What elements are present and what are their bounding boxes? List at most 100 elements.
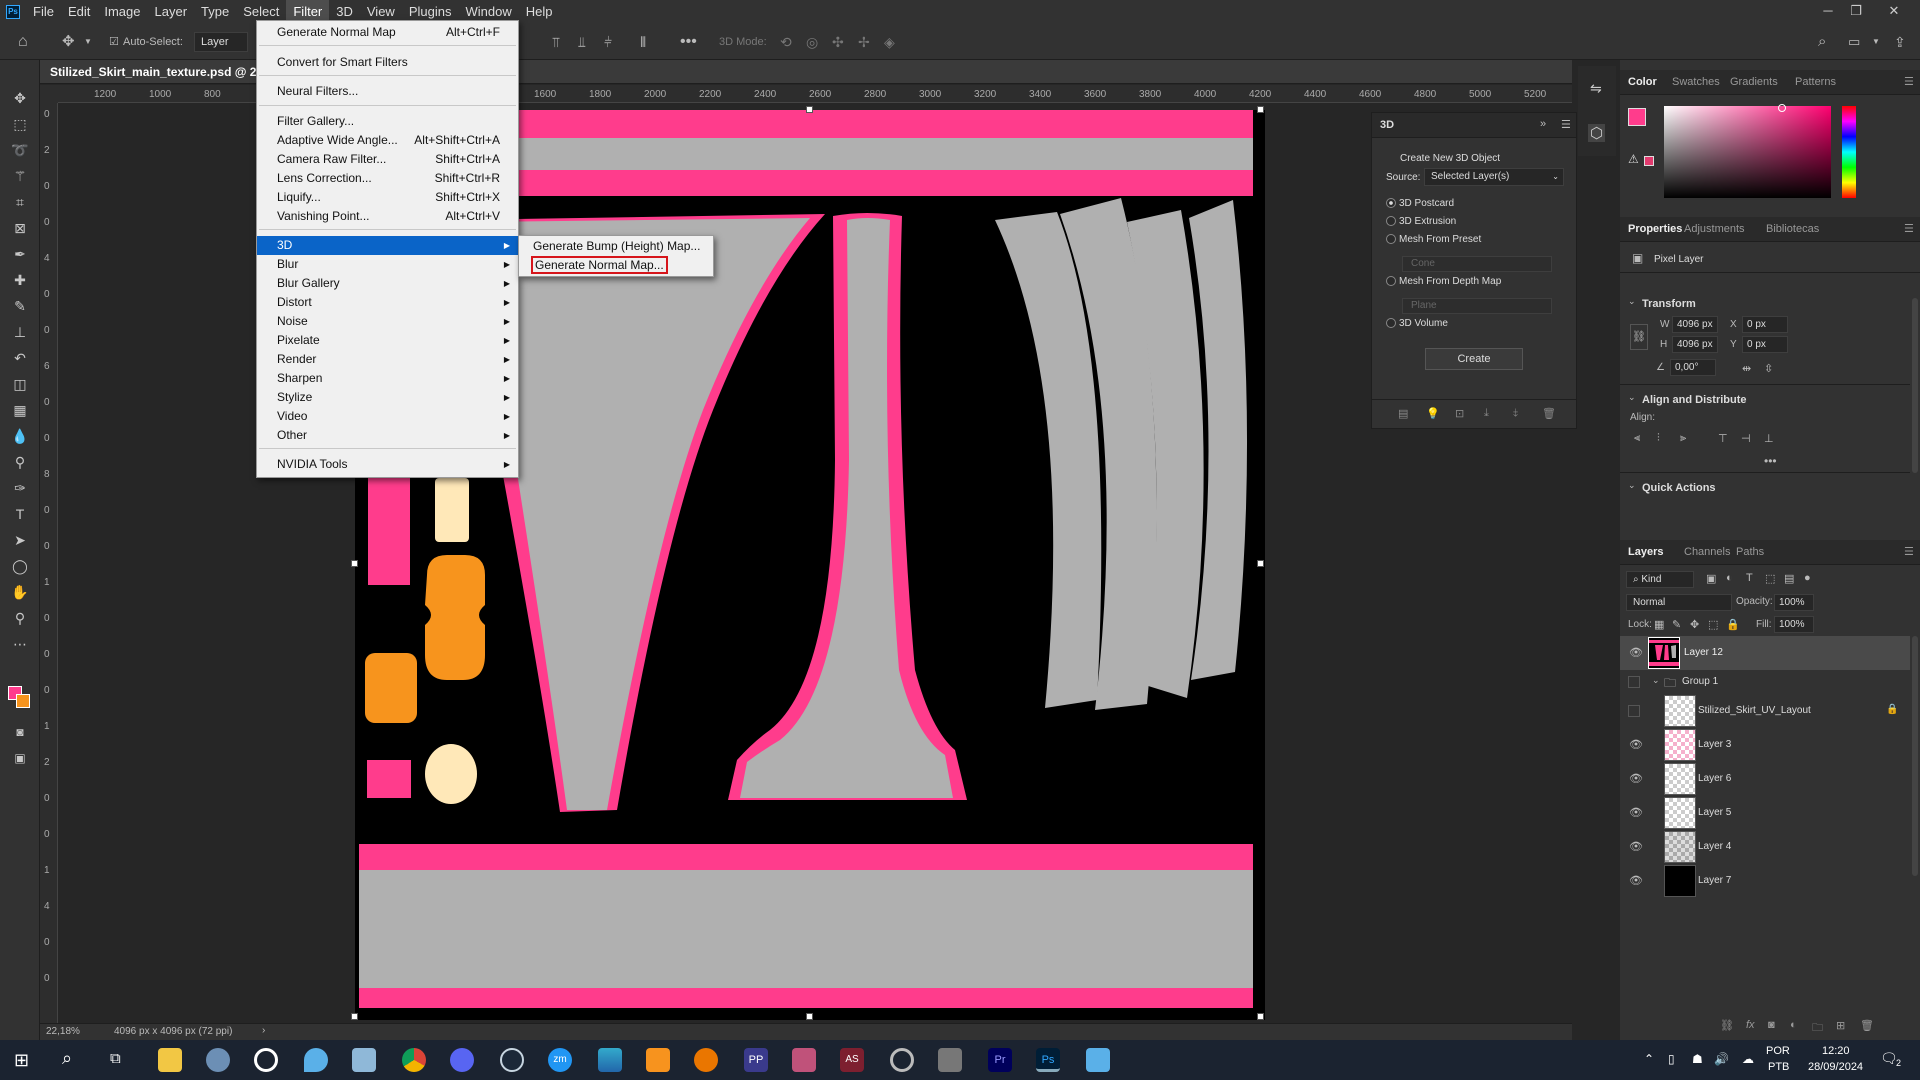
layer-row-layer-5[interactable]: 👁 Layer 5 <box>1620 796 1910 830</box>
layer-name[interactable]: Layer 7 <box>1698 875 1731 886</box>
search-icon[interactable]: ⌕ <box>62 1048 72 1069</box>
tab-swatches[interactable]: Swatches <box>1672 70 1720 95</box>
clock-time[interactable]: 12:20 <box>1822 1045 1850 1057</box>
menu-item-video[interactable]: Video ▶ <box>257 407 518 426</box>
more-tools-icon[interactable]: ⋯ <box>10 634 30 654</box>
history-panel-icon[interactable]: ⇋ <box>1590 80 1602 97</box>
adjustment-layer-icon[interactable]: ◐ <box>1790 1019 1797 1031</box>
status-chevron-icon[interactable]: › <box>262 1025 265 1036</box>
menu-item-stylize[interactable]: Stylize ▶ <box>257 388 518 407</box>
network-icon[interactable]: ☗ <box>1692 1052 1703 1066</box>
task-view-icon[interactable]: ⧉ <box>110 1050 121 1067</box>
layer-row-layer-6[interactable]: 👁 Layer 6 <box>1620 762 1910 796</box>
layer-name[interactable]: Layer 5 <box>1698 807 1731 818</box>
panel-menu-icon[interactable]: ☰ <box>1561 118 1571 131</box>
app-icon[interactable] <box>206 1048 230 1072</box>
lock-position-icon[interactable]: ✥ <box>1690 618 1699 631</box>
visibility-hidden-box[interactable] <box>1628 676 1640 688</box>
type-tool-icon[interactable]: T <box>10 504 30 524</box>
gradient-tool-icon[interactable]: ▦ <box>10 400 30 420</box>
color-picker-field[interactable] <box>1664 106 1831 198</box>
path-selection-icon[interactable]: ➤ <box>10 530 30 550</box>
zoom-tool-icon[interactable]: ⚲ <box>10 608 30 628</box>
layer-row-layer-12[interactable]: 👁 Layer 12 <box>1620 636 1910 670</box>
hand-tool-icon[interactable]: ✋ <box>10 582 30 602</box>
visibility-eye-icon[interactable]: 👁 <box>1628 805 1644 821</box>
layer-row-uv-layout[interactable]: Stilized_Skirt_UV_Layout 🔒 <box>1620 694 1910 728</box>
link-layers-icon[interactable]: ⛓ <box>1720 1019 1734 1032</box>
workspace-chevron-icon[interactable]: ▼ <box>1872 32 1880 52</box>
x-field[interactable]: 0 px <box>1742 316 1788 333</box>
create-3d-button[interactable]: Create <box>1425 348 1523 370</box>
menu-type[interactable]: Type <box>194 0 236 24</box>
move-tool-icon[interactable]: ✥ <box>62 32 75 52</box>
menu-edit[interactable]: Edit <box>61 0 97 24</box>
premiere-icon[interactable]: Pr <box>988 1048 1012 1072</box>
affinity-icon[interactable] <box>598 1048 622 1072</box>
opacity-field[interactable]: 100% <box>1774 594 1814 611</box>
menu-item-sharpen[interactable]: Sharpen ▶ <box>257 369 518 388</box>
transform-handle[interactable] <box>1257 106 1264 113</box>
history-brush-icon[interactable]: ↶ <box>10 348 30 368</box>
menu-image[interactable]: Image <box>97 0 147 24</box>
layer-row-layer-3[interactable]: 👁 Layer 3 <box>1620 728 1910 762</box>
layer-name[interactable]: Layer 3 <box>1698 739 1731 750</box>
transform-handle[interactable] <box>806 106 813 113</box>
language-line-2[interactable]: PTB <box>1768 1061 1789 1073</box>
visibility-eye-icon[interactable]: 👁 <box>1628 771 1644 787</box>
layer-name[interactable]: Layer 4 <box>1698 841 1731 852</box>
filter-adjustment-icon[interactable]: ◐ <box>1726 572 1733 584</box>
visibility-eye-icon[interactable]: 👁 <box>1628 873 1644 889</box>
marquee-tool-icon[interactable]: ⬚ <box>10 114 30 134</box>
foreground-color-swatch[interactable] <box>1628 108 1646 126</box>
ellipse-tool-icon[interactable]: ◯ <box>10 556 30 576</box>
filter-whole-scene-icon[interactable]: ▤ <box>1398 407 1408 420</box>
onedrive-icon[interactable]: ☁ <box>1742 1052 1754 1066</box>
language-line-1[interactable]: POR <box>1766 1045 1790 1057</box>
obs-icon[interactable] <box>254 1048 278 1072</box>
collapse-panel-icon[interactable]: » <box>1540 118 1546 130</box>
crop-tool-icon[interactable]: ⌗ <box>10 192 30 212</box>
menu-item-render[interactable]: Render ▶ <box>257 350 518 369</box>
menu-item-neural-filters[interactable]: Neural Filters... <box>257 82 518 101</box>
y-field[interactable]: 0 px <box>1742 336 1788 353</box>
auto-select-target-select[interactable]: Layer <box>194 32 248 52</box>
out-of-gamut-icon[interactable]: ⚠ <box>1628 152 1639 166</box>
transform-handle[interactable] <box>1257 1013 1264 1020</box>
zoom-app-icon[interactable]: zm <box>548 1048 572 1072</box>
layer-row-layer-7[interactable]: 👁 Layer 7 <box>1620 864 1910 898</box>
menu-item-adaptive-wide-angle[interactable]: Adaptive Wide Angle... Alt+Shift+Ctrl+A <box>257 131 518 150</box>
new-group-icon[interactable]: 🗀 <box>1812 1019 1823 1038</box>
3d-roll-icon[interactable]: ◎ <box>806 32 818 52</box>
visibility-eye-icon[interactable]: 👁 <box>1628 645 1644 661</box>
3d-scale-icon[interactable]: ◈ <box>884 32 895 52</box>
option-3d-volume[interactable]: 3D Volume <box>1386 318 1448 329</box>
substance-icon[interactable] <box>646 1048 670 1072</box>
pureref-icon[interactable]: PP <box>744 1048 768 1072</box>
dodge-tool-icon[interactable]: ⚲ <box>10 452 30 472</box>
light-icon[interactable]: 💡 <box>1426 407 1440 420</box>
filter-pixel-icon[interactable]: ▣ <box>1706 572 1716 585</box>
visibility-hidden-box[interactable] <box>1628 705 1640 717</box>
height-field[interactable]: 4096 px <box>1672 336 1718 353</box>
game-icon[interactable] <box>792 1048 816 1072</box>
filter-toggle-icon[interactable]: ● <box>1804 572 1811 584</box>
tab-channels[interactable]: Channels <box>1684 540 1730 565</box>
filter-shape-icon[interactable]: ⬚ <box>1765 572 1775 585</box>
menu-item-other[interactable]: Other ▶ <box>257 426 518 445</box>
link-dimensions-icon[interactable]: ⛓ <box>1630 324 1648 350</box>
add-light-icon[interactable]: ⤈ <box>1513 407 1518 420</box>
pen-tool-icon[interactable]: ✑ <box>10 478 30 498</box>
tool-preset-chevron-icon[interactable]: ▼ <box>84 32 92 52</box>
stamp-tool-icon[interactable]: ⊥ <box>10 322 30 342</box>
eraser-tool-icon[interactable]: ◫ <box>10 374 30 394</box>
menu-layer[interactable]: Layer <box>148 0 195 24</box>
layer-name[interactable]: Stilized_Skirt_UV_Layout <box>1698 705 1811 716</box>
blend-mode-select[interactable]: Normal <box>1626 594 1732 611</box>
screen-mode-icon[interactable]: ▣ <box>10 748 30 768</box>
notes-icon[interactable] <box>352 1048 376 1072</box>
eyedropper-tool-icon[interactable]: ✒ <box>10 244 30 264</box>
menu-item-3d[interactable]: 3D ▶ <box>257 236 518 255</box>
blender-icon[interactable] <box>694 1048 718 1072</box>
align-left-icon[interactable]: ⫷ <box>1634 432 1640 445</box>
